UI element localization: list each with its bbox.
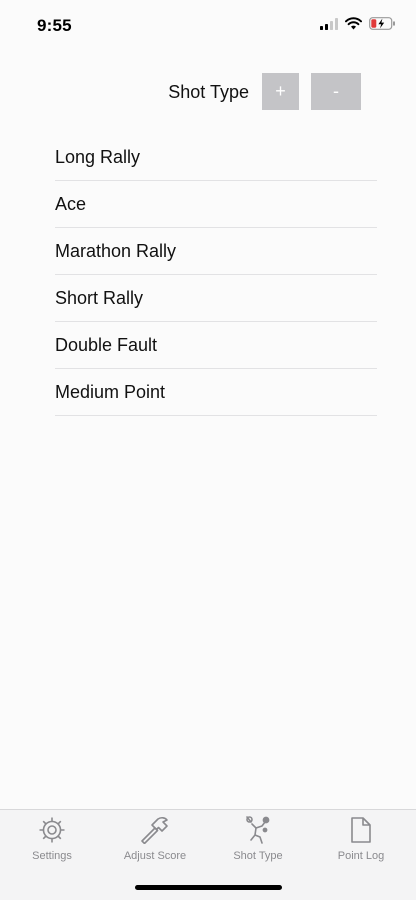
shot-type-header: Shot Type + - [0,73,416,111]
cellular-signal-icon [320,17,338,30]
document-icon [349,816,373,844]
list-item[interactable]: Short Rally [55,275,377,322]
tab-label: Adjust Score [123,850,187,862]
status-time: 9:55 [37,16,72,35]
page-title: Shot Type [168,82,249,102]
list-item[interactable]: Double Fault [55,322,377,369]
tab-shot-type[interactable]: Shot Type [206,816,310,872]
remove-shot-type-button[interactable]: - [311,73,361,110]
tab-settings[interactable]: Settings [0,816,104,872]
tennis-player-icon [243,816,273,844]
tab-point-log[interactable]: Point Log [309,816,413,872]
status-icons [320,17,396,30]
hammer-icon [139,816,171,844]
list-item[interactable]: Ace [55,181,377,228]
status-bar: 9:55 [0,0,416,52]
shot-type-list: Long Rally Ace Marathon Rally Short Rall… [55,134,377,416]
list-item[interactable]: Marathon Rally [55,228,377,275]
tab-label: Point Log [337,850,385,862]
list-item[interactable]: Long Rally [55,134,377,181]
home-indicator[interactable] [135,885,282,890]
add-shot-type-button[interactable]: + [262,73,299,110]
tab-label: Settings [32,850,72,862]
battery-charging-icon [369,17,396,30]
list-item[interactable]: Medium Point [55,369,377,416]
wifi-icon [345,17,362,30]
gear-icon [38,816,66,844]
tab-label: Shot Type [233,850,283,862]
tab-adjust-score[interactable]: Adjust Score [103,816,207,872]
